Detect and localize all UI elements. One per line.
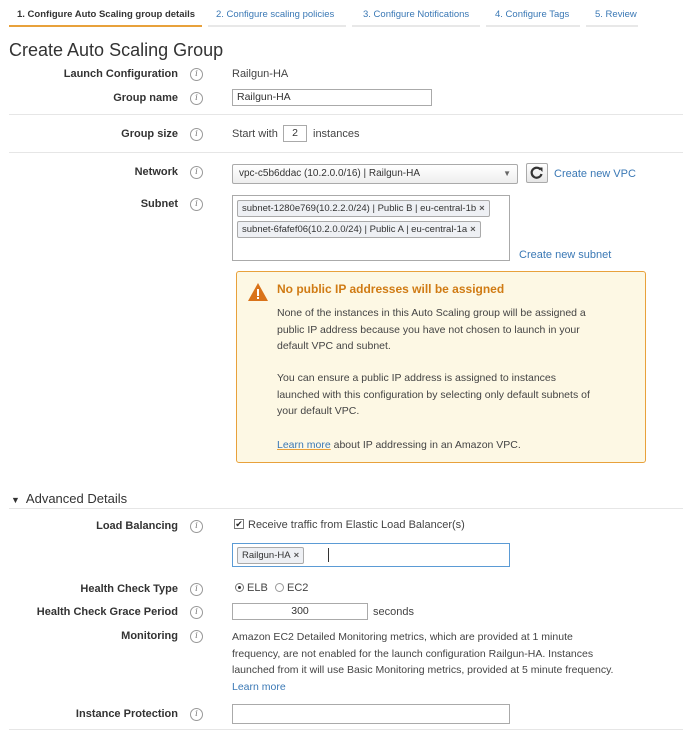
divider [9, 508, 683, 509]
instance-protection-label: Instance Protection [75, 708, 178, 720]
group-size-input[interactable]: 2 [283, 125, 307, 142]
step-3-underline [352, 25, 480, 27]
monitoring-text: Amazon EC2 Detailed Monitoring metrics, … [232, 629, 677, 695]
step-5-review[interactable]: 5. Review [595, 9, 637, 20]
group-size-suffix: instances [313, 128, 360, 140]
remove-icon[interactable]: × [294, 550, 300, 561]
load-balancer-input[interactable]: Railgun-HA × [232, 543, 510, 567]
subnet-multiselect[interactable]: subnet-1280e769(10.2.2.0/24) | Public B … [232, 195, 510, 261]
step-3-notifications[interactable]: 3. Configure Notifications [363, 9, 469, 20]
load-balancing-checkbox[interactable]: ✔ [234, 519, 244, 529]
launch-config-label: Launch Configuration [63, 68, 178, 80]
network-label: Network [134, 166, 178, 178]
info-icon[interactable]: i [190, 198, 203, 211]
load-balancer-tag-label: Railgun-HA [242, 550, 291, 561]
grace-period-label: Health Check Grace Period [36, 606, 178, 618]
remove-icon[interactable]: × [479, 203, 485, 214]
warning-line: launched with this configuration by sele… [277, 388, 590, 401]
health-check-ec2-radio[interactable] [275, 583, 284, 592]
info-icon[interactable]: i [190, 606, 203, 619]
load-balancing-label: Load Balancing [96, 520, 178, 532]
divider [9, 152, 683, 153]
launch-config-value: Railgun-HA [232, 68, 289, 80]
health-check-elb-radio[interactable] [235, 583, 244, 592]
chevron-down-icon: ▼ [503, 169, 511, 178]
info-icon[interactable]: i [190, 68, 203, 81]
page-title: Create Auto Scaling Group [9, 40, 224, 60]
grace-period-input[interactable]: 300 [232, 603, 368, 620]
step-4-tags[interactable]: 4. Configure Tags [495, 9, 569, 20]
step-2-underline [208, 25, 346, 27]
monitoring-learn-more-link[interactable]: Learn more [232, 679, 677, 696]
subnet-tag-label: subnet-6fafef06(10.2.0.0/24) | Public A … [242, 224, 468, 235]
text-cursor [328, 548, 329, 562]
health-check-elb-label: ELB [247, 582, 268, 594]
learn-more-link[interactable]: Learn more [277, 439, 331, 451]
warning-line: public IP address because you have not c… [277, 323, 580, 336]
load-balancing-checkbox-label: Receive traffic from Elastic Load Balanc… [248, 519, 465, 531]
grace-period-suffix: seconds [373, 606, 414, 618]
step-4-underline [486, 25, 580, 27]
group-size-prefix: Start with [232, 128, 278, 140]
warning-title: No public IP addresses will be assigned [277, 282, 505, 296]
health-check-ec2-label: EC2 [287, 582, 309, 594]
monitoring-line: Amazon EC2 Detailed Monitoring metrics, … [232, 631, 573, 643]
load-balancer-tag[interactable]: Railgun-HA × [237, 547, 305, 564]
triangle-down-icon: ▼ [11, 495, 20, 505]
info-icon[interactable]: i [190, 708, 203, 721]
info-icon[interactable]: i [190, 630, 203, 643]
warning-line: default VPC and subnet. [277, 340, 391, 352]
subnet-tag[interactable]: subnet-6fafef06(10.2.0.0/24) | Public A … [237, 221, 481, 238]
warning-icon [247, 282, 269, 305]
monitoring-label: Monitoring [121, 630, 178, 642]
network-select[interactable]: vpc-c5b6ddac (10.2.0.0/16) | Railgun-HA … [232, 164, 518, 184]
group-name-label: Group name [113, 92, 178, 104]
create-subnet-link[interactable]: Create new subnet [519, 249, 611, 261]
learn-more-suffix: about IP addressing in an Amazon VPC. [333, 439, 521, 451]
group-size-label: Group size [121, 128, 178, 140]
subnet-tag[interactable]: subnet-1280e769(10.2.2.0/24) | Public B … [237, 200, 490, 217]
warning-learn-more-row: Learn more about IP addressing in an Ama… [277, 437, 627, 454]
warning-paragraph-2: You can ensure a public IP address is as… [277, 370, 627, 420]
warning-line: None of the instances in this Auto Scali… [277, 307, 586, 319]
info-icon[interactable]: i [190, 520, 203, 533]
monitoring-line: launched from it will use Basic Monitori… [232, 664, 614, 676]
step-5-underline [586, 25, 638, 27]
subnet-label: Subnet [140, 198, 178, 210]
step-1-underline [9, 25, 202, 27]
group-name-input[interactable]: Railgun-HA [232, 89, 432, 106]
warning-line: You can ensure a public IP address is as… [277, 372, 557, 384]
health-check-type-label: Health Check Type [80, 583, 178, 595]
divider [9, 114, 683, 115]
info-icon[interactable]: i [190, 166, 203, 179]
create-vpc-link[interactable]: Create new VPC [554, 168, 636, 180]
remove-icon[interactable]: × [470, 224, 476, 235]
divider [9, 729, 683, 730]
instance-protection-input[interactable] [232, 704, 510, 724]
step-2-scaling-policies[interactable]: 2. Configure scaling policies [216, 9, 334, 20]
warning-box: No public IP addresses will be assigned … [236, 271, 646, 463]
refresh-icon[interactable] [526, 163, 548, 183]
warning-paragraph-1: None of the instances in this Auto Scali… [277, 305, 627, 355]
advanced-details-title: Advanced Details [25, 491, 128, 506]
advanced-details-toggle[interactable]: ▼ Advanced Details [11, 491, 127, 506]
info-icon[interactable]: i [190, 128, 203, 141]
warning-line: your default VPC. [277, 405, 360, 417]
info-icon[interactable]: i [190, 583, 203, 596]
step-1-details[interactable]: 1. Configure Auto Scaling group details [17, 9, 195, 20]
subnet-tag-label: subnet-1280e769(10.2.2.0/24) | Public B … [242, 203, 477, 214]
network-selected-value: vpc-c5b6ddac (10.2.0.0/16) | Railgun-HA [239, 168, 421, 179]
info-icon[interactable]: i [190, 92, 203, 105]
monitoring-line: frequency, are not enabled for the launc… [232, 647, 594, 660]
